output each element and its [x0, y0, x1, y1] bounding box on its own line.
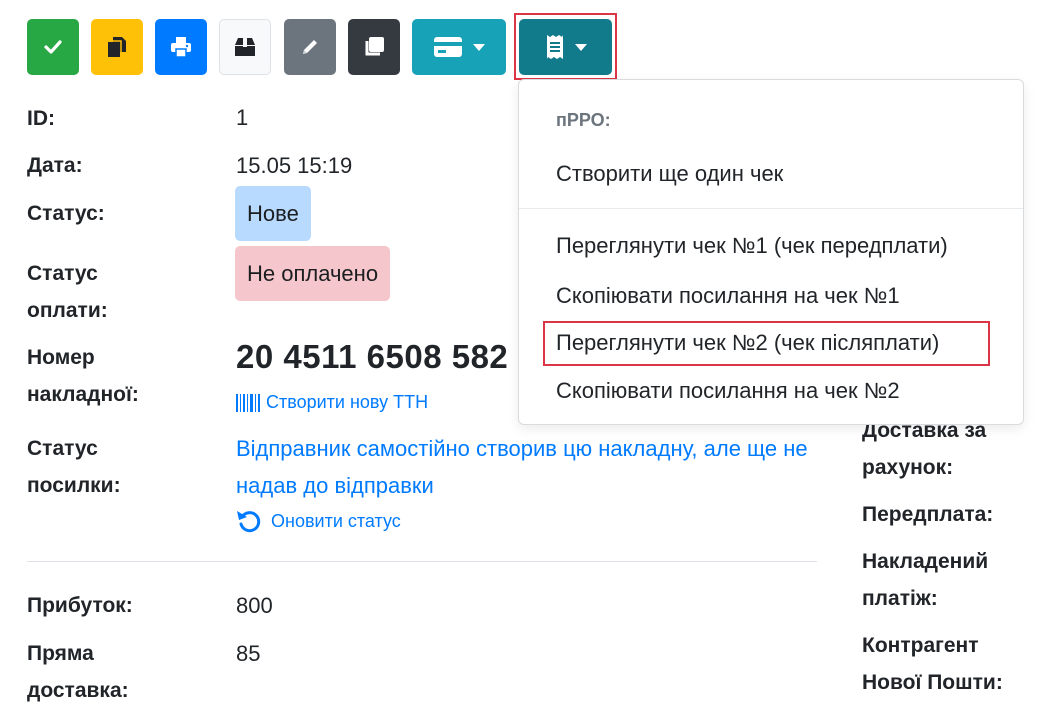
chevron-down-icon [473, 43, 485, 51]
waybill-label: Номер накладної: [27, 339, 139, 413]
direct-delivery-label: Пряма доставка: [27, 635, 129, 709]
counterparty-label-line1: Контрагент [862, 634, 979, 657]
confirm-button[interactable] [27, 19, 79, 75]
parcel-status-text: Відправник самостійно створив цю накладн… [236, 436, 808, 498]
counterparty-label-line2: Нової Пошти: [862, 671, 1003, 694]
view-receipt-1-item[interactable]: Переглянути чек №1 (чек передплати) [556, 233, 948, 259]
package-button[interactable] [219, 19, 271, 75]
date-value: 15.05 15:19 [236, 153, 353, 178]
duplicate-icon [365, 37, 384, 56]
dropdown-divider [519, 208, 1023, 209]
copy-icon [108, 37, 126, 57]
refresh-status-link-text: Оновити статус [271, 510, 401, 531]
waybill-label-line1: Номер [27, 346, 95, 369]
parcel-status-label: Статус посилки: [27, 430, 121, 504]
direct-delivery-value: 85 [236, 641, 261, 666]
duplicate-button[interactable] [348, 19, 400, 75]
copy-button[interactable] [91, 19, 143, 75]
receipt-button-highlight [514, 13, 617, 80]
waybill-label-line2: накладної: [27, 383, 139, 406]
check-icon [44, 40, 62, 54]
cod-label-line2: платіж: [862, 587, 938, 610]
view-receipt-2-highlight [543, 321, 990, 366]
dropdown-header: пРРО: [556, 110, 611, 130]
receipt-dropdown-menu: пРРО: Створити ще один чек Переглянути ч… [518, 79, 1024, 425]
profit-label: Прибуток: [27, 594, 133, 617]
cod-label: Накладений платіж: [862, 543, 988, 617]
copy-receipt-2-link-item[interactable]: Скопіювати посилання на чек №2 [556, 378, 900, 404]
parcel-status-label-line1: Статус [27, 437, 98, 460]
direct-delivery-label-line2: доставка: [27, 679, 129, 702]
pencil-icon [303, 40, 317, 54]
payment-dropdown-button[interactable] [412, 19, 506, 75]
status-label: Статус: [27, 202, 105, 225]
print-button[interactable] [155, 19, 207, 75]
id-value: 1 [236, 105, 249, 130]
box-icon [235, 38, 255, 56]
copy-receipt-1-link-item[interactable]: Скопіювати посилання на чек №1 [556, 283, 900, 309]
parcel-status-label-line2: посилки: [27, 474, 121, 497]
delivery-account-label-line2: рахунок: [862, 456, 954, 479]
prepayment-label: Передплата: [862, 503, 994, 526]
print-icon [171, 37, 191, 58]
waybill-number: 20 4511 6508 582 [236, 338, 509, 375]
counterparty-label: Контрагент Нової Пошти: [862, 627, 1003, 701]
section-divider [27, 561, 817, 562]
refresh-status-link[interactable]: Оновити статус [236, 508, 401, 534]
edit-button[interactable] [284, 19, 336, 75]
payment-status-label: Статус оплати: [27, 255, 108, 329]
create-ttn-link[interactable]: Створити нову ТТН [236, 392, 428, 413]
status-badge[interactable]: Нове [235, 186, 311, 241]
create-receipt-item[interactable]: Створити ще один чек [556, 161, 783, 187]
payment-status-badge[interactable]: Не оплачено [235, 246, 391, 301]
payment-status-label-line1: Статус [27, 262, 98, 285]
payment-status-label-line2: оплати: [27, 299, 108, 322]
refresh-icon [237, 511, 261, 533]
cod-label-line1: Накладений [862, 550, 989, 573]
id-label: ID: [27, 107, 55, 130]
profit-value: 800 [236, 593, 273, 618]
barcode-icon [236, 393, 260, 412]
create-ttn-link-text: Створити нову ТТН [266, 392, 429, 412]
direct-delivery-label-line1: Пряма [27, 642, 94, 665]
credit-card-icon [434, 37, 462, 57]
date-label: Дата: [27, 154, 83, 177]
